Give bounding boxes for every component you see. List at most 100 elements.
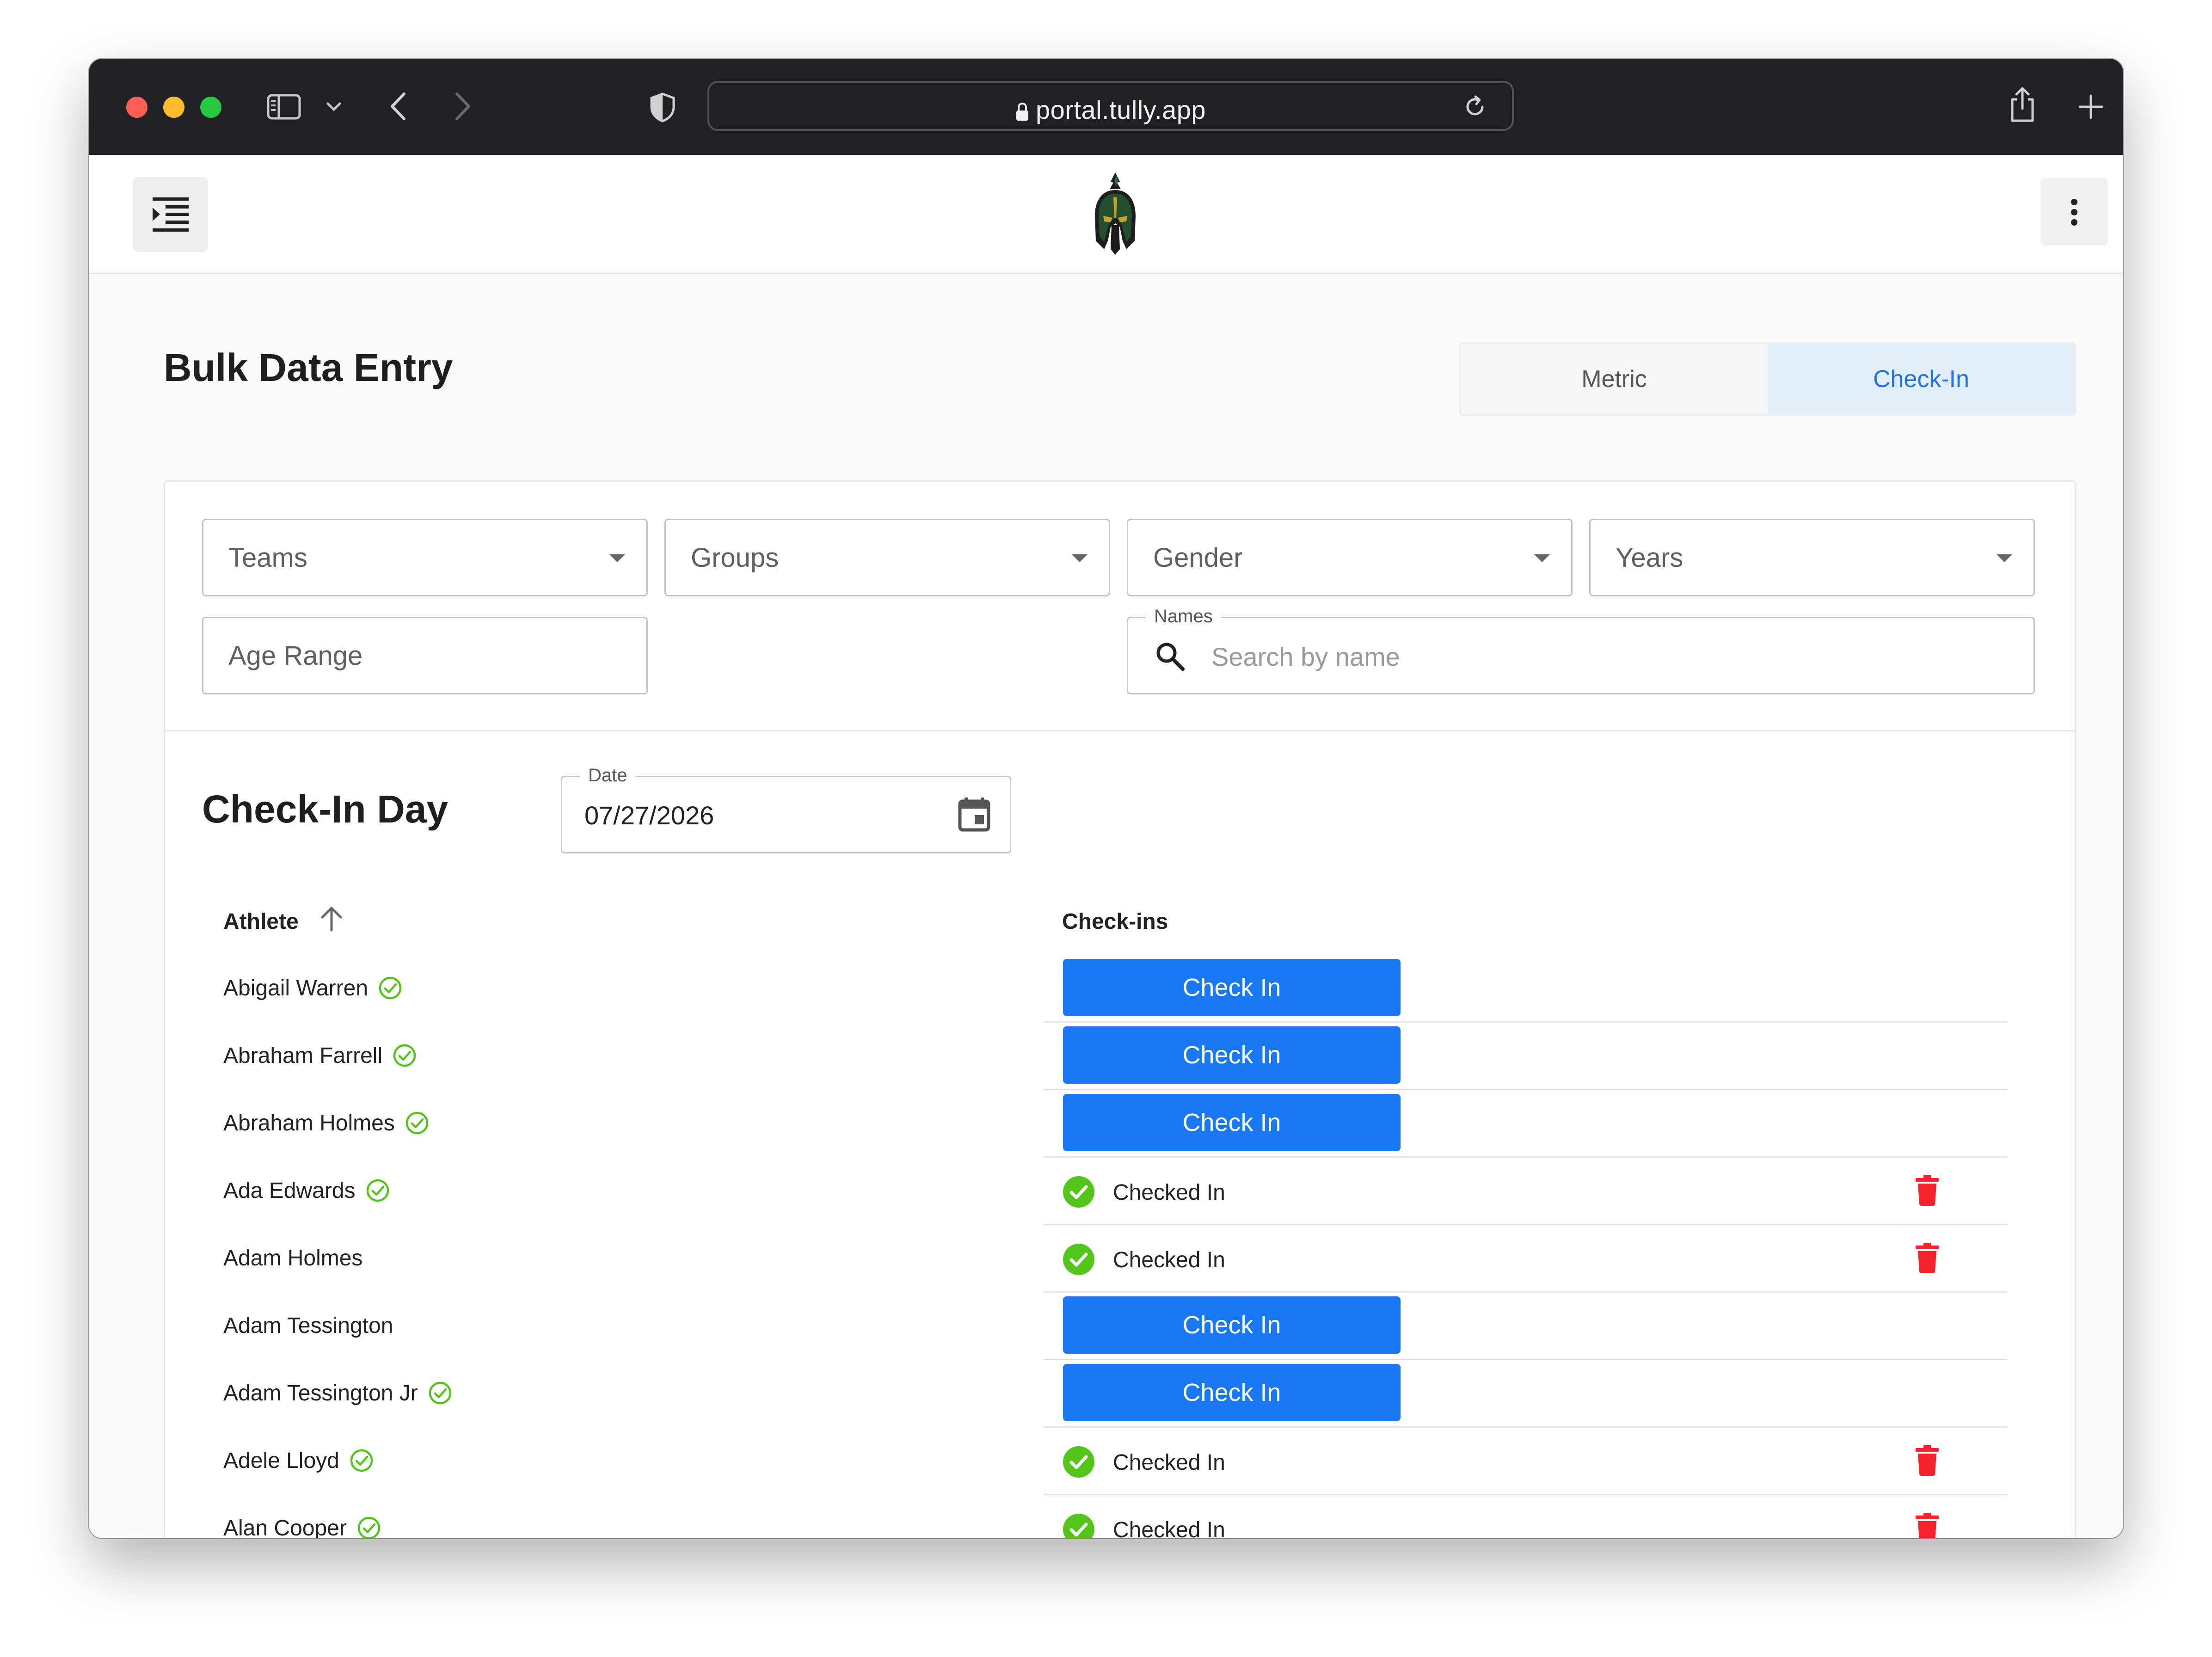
caret-down-icon: [1534, 554, 1550, 562]
date-field-label: Date: [580, 765, 636, 786]
date-field[interactable]: Date 07/27/2026: [561, 765, 1011, 853]
gender-select[interactable]: Gender: [1127, 519, 1573, 596]
groups-select-label: Groups: [691, 543, 779, 573]
more-vertical-icon: [2071, 199, 2077, 226]
check-in-button[interactable]: Check In: [1063, 1364, 1401, 1421]
athlete-cell: Adam Holmes: [223, 1246, 363, 1271]
search-icon: [1156, 643, 1185, 671]
checkin-day-heading: Check-In Day: [202, 787, 449, 831]
back-icon[interactable]: [388, 92, 407, 121]
athlete-name: Adam Tessington: [223, 1313, 393, 1338]
verified-icon: [429, 1382, 451, 1405]
reload-icon[interactable]: [1463, 95, 1487, 119]
table-row: Alan Cooper Checked In: [165, 1495, 2075, 1538]
address-bar[interactable]: portal.tully.app: [707, 81, 1514, 131]
athlete-name: Abigail Warren: [223, 976, 369, 1000]
verified-icon: [366, 1179, 389, 1202]
athlete-column-header[interactable]: Athlete: [223, 909, 299, 934]
section-divider: [165, 730, 2075, 731]
more-options-button[interactable]: [2040, 178, 2108, 245]
athlete-name: Adam Tessington Jr: [223, 1381, 418, 1405]
athlete-cell: Ada Edwards: [223, 1178, 390, 1203]
mode-metric-option[interactable]: Metric: [1461, 344, 1768, 414]
sidebar-toggle-icon[interactable]: [267, 94, 301, 120]
trash-icon[interactable]: [1916, 1243, 1939, 1273]
caret-down-icon: [1072, 554, 1088, 562]
table-row: Adam Holmes Checked In: [165, 1225, 2075, 1293]
mode-toggle: Metric Check-In: [1459, 343, 2076, 416]
table-row: Abigail Warren Check In: [165, 955, 2075, 1023]
check-in-button[interactable]: Check In: [1063, 959, 1401, 1016]
verified-icon: [379, 977, 402, 1000]
names-field-label: Names: [1146, 606, 1221, 627]
athlete-cell: Abraham Holmes: [223, 1111, 429, 1136]
check-in-button[interactable]: Check In: [1063, 1094, 1401, 1151]
browser-toolbar: portal.tully.app: [89, 59, 2123, 155]
athlete-cell: Adam Tessington: [223, 1313, 393, 1338]
athlete-name: Alan Cooper: [223, 1516, 347, 1538]
minimize-window-button[interactable]: [163, 97, 184, 118]
date-value[interactable]: 07/27/2026: [584, 800, 714, 830]
check-circle-icon: [1063, 1446, 1094, 1478]
athlete-name: Adele Lloyd: [223, 1448, 339, 1473]
trash-icon[interactable]: [1916, 1513, 1939, 1538]
athlete-cell: Adele Lloyd: [223, 1448, 374, 1473]
verified-icon: [406, 1112, 429, 1135]
maximize-window-button[interactable]: [200, 97, 221, 118]
checkins-column-header: Check-ins: [1062, 909, 1168, 934]
checked-in-text: Checked In: [1113, 1450, 1225, 1475]
forward-icon[interactable]: [454, 92, 473, 121]
athlete-name: Ada Edwards: [223, 1178, 356, 1203]
url-text: portal.tully.app: [1035, 95, 1206, 124]
chevron-down-icon[interactable]: [326, 102, 341, 111]
browser-window: portal.tully.app Bulk Data Entry Metric …: [89, 59, 2123, 1538]
check-in-button[interactable]: Check In: [1063, 1026, 1401, 1084]
athlete-cell: Alan Cooper: [223, 1516, 381, 1538]
checked-in-text: Checked In: [1113, 1180, 1225, 1205]
athlete-cell: Adam Tessington Jr: [223, 1381, 452, 1406]
new-tab-icon[interactable]: [2078, 94, 2104, 120]
athlete-cell: Abraham Farrell: [223, 1043, 417, 1068]
trash-icon[interactable]: [1916, 1445, 1939, 1476]
names-search-field[interactable]: Names: [1127, 606, 2035, 694]
verified-icon: [350, 1449, 373, 1472]
table-row: Ada Edwards Checked In: [165, 1158, 2075, 1225]
table-row: Abraham Holmes Check In: [165, 1090, 2075, 1158]
gender-select-label: Gender: [1153, 543, 1243, 573]
lock-icon: [1016, 103, 1028, 121]
app-header: [89, 155, 2123, 274]
check-circle-icon: [1063, 1244, 1094, 1275]
table-row: Adam Tessington Jr Check In: [165, 1360, 2075, 1428]
shield-icon[interactable]: [649, 92, 676, 123]
bulk-entry-card: Teams Groups Gender Years Age Range Name…: [164, 480, 2076, 1538]
verified-icon: [393, 1044, 416, 1067]
table-row: Adele Lloyd Checked In: [165, 1428, 2075, 1495]
menu-expand-button[interactable]: [133, 177, 208, 252]
checked-in-text: Checked In: [1113, 1518, 1225, 1538]
table-row: Abraham Farrell Check In: [165, 1023, 2075, 1090]
teams-select[interactable]: Teams: [202, 519, 648, 596]
years-select[interactable]: Years: [1589, 519, 2035, 596]
age-range-field[interactable]: Age Range: [202, 617, 648, 694]
athlete-name: Abraham Farrell: [223, 1043, 383, 1068]
calendar-icon[interactable]: [958, 797, 990, 832]
names-search-input[interactable]: [1210, 637, 1998, 676]
trash-icon[interactable]: [1916, 1175, 1939, 1206]
athlete-name: Abraham Holmes: [223, 1111, 395, 1135]
arrow-up-icon[interactable]: [320, 905, 344, 932]
check-circle-icon: [1063, 1176, 1094, 1208]
table-row: Adam Tessington Check In: [165, 1293, 2075, 1360]
check-in-button[interactable]: Check In: [1063, 1296, 1401, 1354]
athlete-cell: Abigail Warren: [223, 976, 402, 1001]
address-bar-text[interactable]: portal.tully.app: [709, 95, 1512, 125]
groups-select[interactable]: Groups: [664, 519, 1110, 596]
teams-select-label: Teams: [228, 543, 307, 573]
check-circle-icon: [1063, 1514, 1094, 1538]
mode-checkin-option[interactable]: Check-In: [1768, 344, 2075, 414]
caret-down-icon: [609, 554, 625, 562]
menu-expand-icon: [153, 197, 189, 232]
share-icon[interactable]: [2009, 86, 2036, 123]
page-title: Bulk Data Entry: [164, 346, 453, 389]
age-range-label: Age Range: [228, 641, 363, 671]
close-window-button[interactable]: [126, 97, 147, 118]
